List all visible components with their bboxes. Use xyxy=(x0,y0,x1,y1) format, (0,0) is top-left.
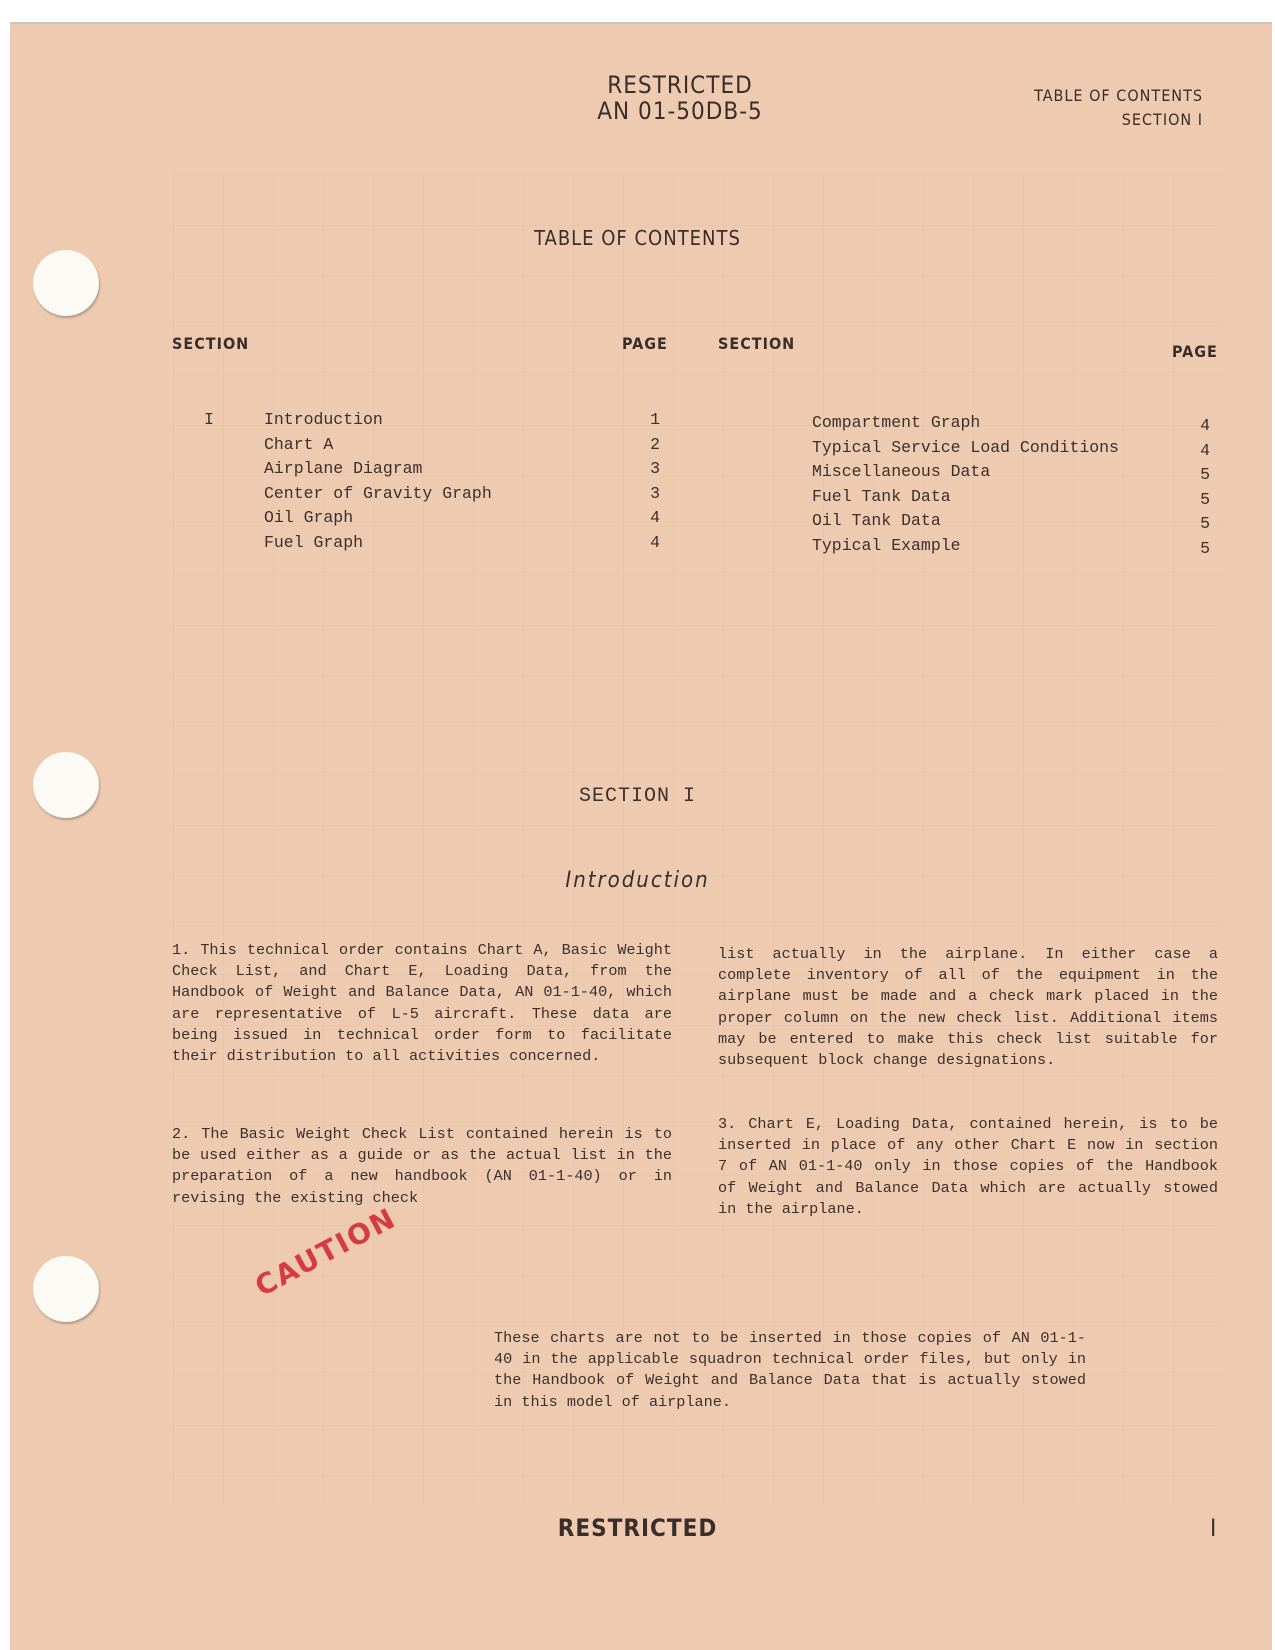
toc-entry[interactable]: Fuel Graph xyxy=(264,531,492,556)
section-heading: SECTION I xyxy=(578,785,697,808)
running-header: TABLE OF CONTENTS SECTION I xyxy=(1034,84,1203,132)
section-subheading: Introduction xyxy=(565,868,710,893)
toc-page-number: 1 xyxy=(650,410,660,429)
toc-col-section: SECTION xyxy=(718,334,796,353)
toc-entry[interactable]: Center of Gravity Graph xyxy=(264,482,492,507)
paragraph-text: 3. Chart E, Loading Data, contained here… xyxy=(718,1115,1218,1218)
running-header-section: SECTION I xyxy=(1121,110,1203,129)
toc-title: TABLE OF CONTENTS xyxy=(534,226,741,250)
toc-page-number: 2 xyxy=(650,434,660,454)
toc-section-numeral: I xyxy=(204,410,214,429)
toc-page-number: 4 xyxy=(650,508,660,527)
toc-left-pages: 1 2 3 3 4 4 xyxy=(630,408,660,555)
classification-label: RESTRICTED xyxy=(607,71,753,99)
punch-hole xyxy=(33,1256,99,1322)
toc-left-list: Introduction Chart A Airplane Diagram Ce… xyxy=(264,408,492,555)
caution-text: These charts are not to be inserted in t… xyxy=(494,1329,1086,1411)
page-number: I xyxy=(1210,1514,1217,1542)
toc-col-section: SECTION xyxy=(172,334,250,353)
document-number: AN 01-50DB-5 xyxy=(597,97,763,125)
caution-note: These charts are not to be inserted in t… xyxy=(494,1328,1086,1413)
footer-classification: RESTRICTED xyxy=(557,1514,718,1542)
toc-entry[interactable]: Typical Service Load Conditions xyxy=(812,436,1119,461)
paragraph-2: 2. The Basic Weight Check List contained… xyxy=(172,1124,672,1209)
toc-col-page: PAGE xyxy=(1172,342,1218,361)
punch-hole xyxy=(33,250,99,316)
toc-page-number: 4 xyxy=(650,532,660,552)
toc-entry[interactable]: Miscellaneous Data xyxy=(812,460,1119,485)
running-header-title: TABLE OF CONTENTS xyxy=(1034,86,1203,105)
toc-page-number: 3 xyxy=(650,459,660,478)
paragraph-1: 1. This technical order contains Chart A… xyxy=(172,940,672,1067)
background-grid xyxy=(173,175,1223,1505)
toc-page-number: 3 xyxy=(650,483,660,503)
toc-page-number: 5 xyxy=(1200,514,1210,533)
toc-entry[interactable]: Fuel Tank Data xyxy=(812,485,1119,510)
toc-entry[interactable]: Compartment Graph xyxy=(812,411,1119,436)
toc-page-number: 5 xyxy=(1200,465,1210,484)
toc-page-number: 4 xyxy=(1200,416,1210,435)
toc-entry[interactable]: Chart A xyxy=(264,433,492,458)
page-header: RESTRICTED AN 01-50DB-5 xyxy=(560,72,800,124)
paragraph-2-continued: list actually in the airplane. In either… xyxy=(718,944,1218,1071)
toc-entry[interactable]: Introduction xyxy=(264,408,492,433)
toc-entry[interactable]: Oil Graph xyxy=(264,506,492,531)
toc-page-number: 5 xyxy=(1200,489,1210,509)
toc-entry[interactable]: Typical Example xyxy=(812,534,1119,559)
toc-entry[interactable]: Airplane Diagram xyxy=(264,457,492,482)
paragraph-text: 1. This technical order contains Chart A… xyxy=(172,941,672,1066)
toc-entry[interactable]: Oil Tank Data xyxy=(812,509,1119,534)
paragraph-text: 2. The Basic Weight Check List contained… xyxy=(172,1125,672,1207)
toc-col-page: PAGE xyxy=(622,334,668,353)
paragraph-text: list actually in the airplane. In either… xyxy=(718,945,1218,1070)
toc-page-number: 4 xyxy=(1200,440,1210,460)
toc-right-pages: 4 4 5 5 5 5 xyxy=(1180,414,1210,561)
toc-right-list: Compartment Graph Typical Service Load C… xyxy=(812,411,1119,558)
toc-page-number: 5 xyxy=(1200,538,1210,558)
paragraph-3: 3. Chart E, Loading Data, contained here… xyxy=(718,1114,1218,1220)
